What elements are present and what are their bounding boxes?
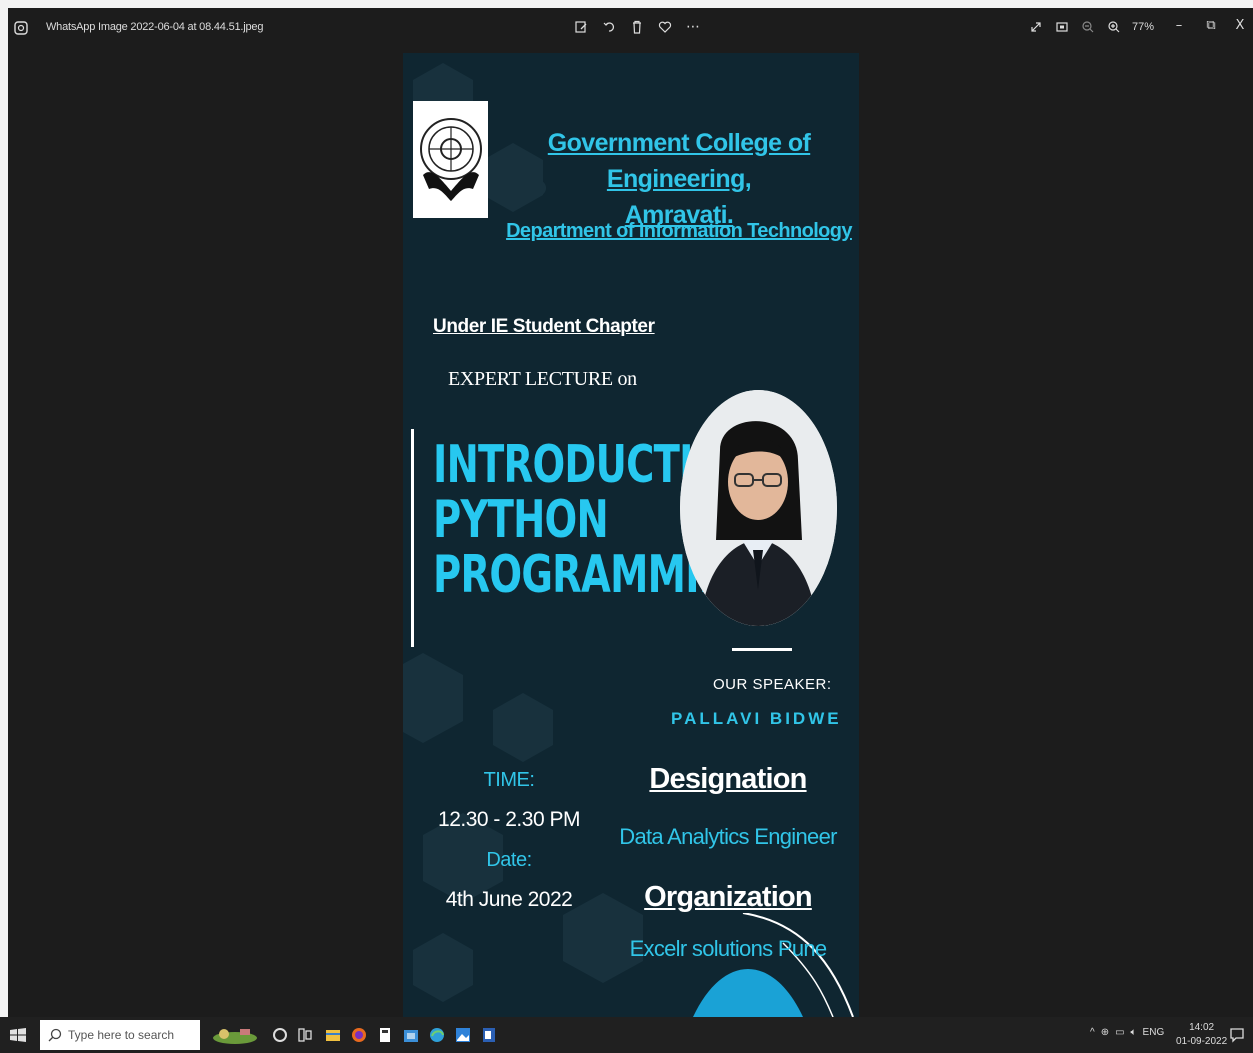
photos-taskbar-icon[interactable] (454, 1026, 472, 1044)
display-icon[interactable]: ▭ (1115, 1027, 1124, 1038)
designation-label: Designation (649, 763, 807, 795)
date-value: 4th June 2022 (445, 888, 573, 911)
language-indicator[interactable]: ENG (1143, 1027, 1165, 1038)
close-button[interactable]: X (1229, 14, 1251, 36)
edge-icon[interactable] (428, 1026, 446, 1044)
speaker-divider (732, 648, 792, 651)
title-bar: WhatsApp Image 2022-06-04 at 08.44.51.jp… (8, 8, 1253, 48)
speaker-label: OUR SPEAKER: (713, 676, 832, 693)
time-value: 12.30 - 2.30 PM (438, 808, 580, 831)
task-view-icon[interactable] (296, 1026, 314, 1044)
store-icon[interactable] (402, 1026, 420, 1044)
zoom-level[interactable]: 77% (1132, 21, 1154, 33)
college-emblem-icon (419, 117, 482, 201)
fit-icon[interactable] (1054, 18, 1070, 36)
firefox-icon[interactable] (350, 1026, 368, 1044)
zoom-out-icon[interactable] (1080, 18, 1096, 36)
speaker-name: PALLAVI BIDWE (671, 709, 842, 728)
file-explorer-icon[interactable] (324, 1026, 342, 1044)
background-curve-shape (693, 913, 854, 1017)
minimize-button[interactable]: – (1168, 14, 1190, 36)
word-icon[interactable] (480, 1026, 498, 1044)
college-name: Government College of Engineering, Amrav… (499, 125, 859, 233)
more-icon[interactable]: ⋯ (685, 18, 701, 36)
view-controls: 77% (1028, 18, 1154, 36)
chapter-label: Under IE Student Chapter (433, 316, 655, 337)
taskbar: Type here to search ^ ⊕ ▭ 🔈︎ ENG 14:02 0… (0, 1017, 1253, 1053)
windows-start-icon[interactable] (10, 1028, 26, 1042)
weather-widget-icon[interactable] (210, 1026, 260, 1044)
organization-value: Excelr solutions Pune (629, 936, 828, 961)
search-placeholder: Type here to search (68, 1028, 175, 1042)
clock-date: 01-09-2022 (1176, 1036, 1228, 1047)
cortana-icon[interactable] (271, 1026, 289, 1044)
file-name: WhatsApp Image 2022-06-04 at 08.44.51.jp… (46, 21, 264, 33)
speaker-portrait-icon (680, 390, 837, 626)
zoom-in-icon[interactable] (1106, 18, 1122, 36)
calculator-icon[interactable] (376, 1026, 394, 1044)
favorite-icon[interactable] (657, 18, 673, 36)
photos-app-window: WhatsApp Image 2022-06-04 at 08.44.51.jp… (8, 8, 1253, 1017)
image-toolbar: ⋯ (573, 18, 701, 36)
rotate-icon[interactable] (601, 18, 617, 36)
network-icon[interactable]: ⊕ (1101, 1027, 1109, 1038)
delete-icon[interactable] (629, 18, 645, 36)
organization-label: Organization (644, 881, 812, 913)
restore-button[interactable]: ⧉ (1200, 14, 1222, 36)
college-logo (413, 101, 488, 218)
edit-icon[interactable] (573, 18, 589, 36)
schedule-block: TIME: 12.30 - 2.30 PM Date: 4th June 202… (433, 760, 585, 920)
headline-accent-bar (411, 429, 414, 647)
time-label: TIME: (483, 769, 535, 791)
lecture-intro: EXPERT LECTURE on (448, 368, 637, 390)
taskbar-clock[interactable]: 14:02 01-09-2022 (1176, 1021, 1227, 1049)
designation-value: Data Analytics Engineer (619, 824, 837, 849)
poster-image: Government College of Engineering, Amrav… (403, 53, 859, 1017)
system-tray: ^ ⊕ ▭ 🔈︎ ENG (1090, 1027, 1164, 1038)
volume-icon[interactable]: 🔈︎ (1131, 1027, 1137, 1038)
photos-app-icon (14, 21, 28, 35)
search-icon (48, 1028, 62, 1042)
department-name: Department of Information Technology (506, 220, 852, 242)
fullscreen-icon[interactable] (1028, 18, 1044, 36)
date-label: Date: (486, 849, 532, 871)
notification-icon[interactable] (1228, 1026, 1246, 1044)
clock-time: 14:02 (1189, 1022, 1215, 1033)
speaker-photo (680, 390, 837, 626)
chevron-up-icon[interactable]: ^ (1090, 1027, 1095, 1038)
taskbar-search-box[interactable]: Type here to search (40, 1020, 200, 1050)
college-name-line1: Government College of Engineering, (547, 129, 811, 193)
